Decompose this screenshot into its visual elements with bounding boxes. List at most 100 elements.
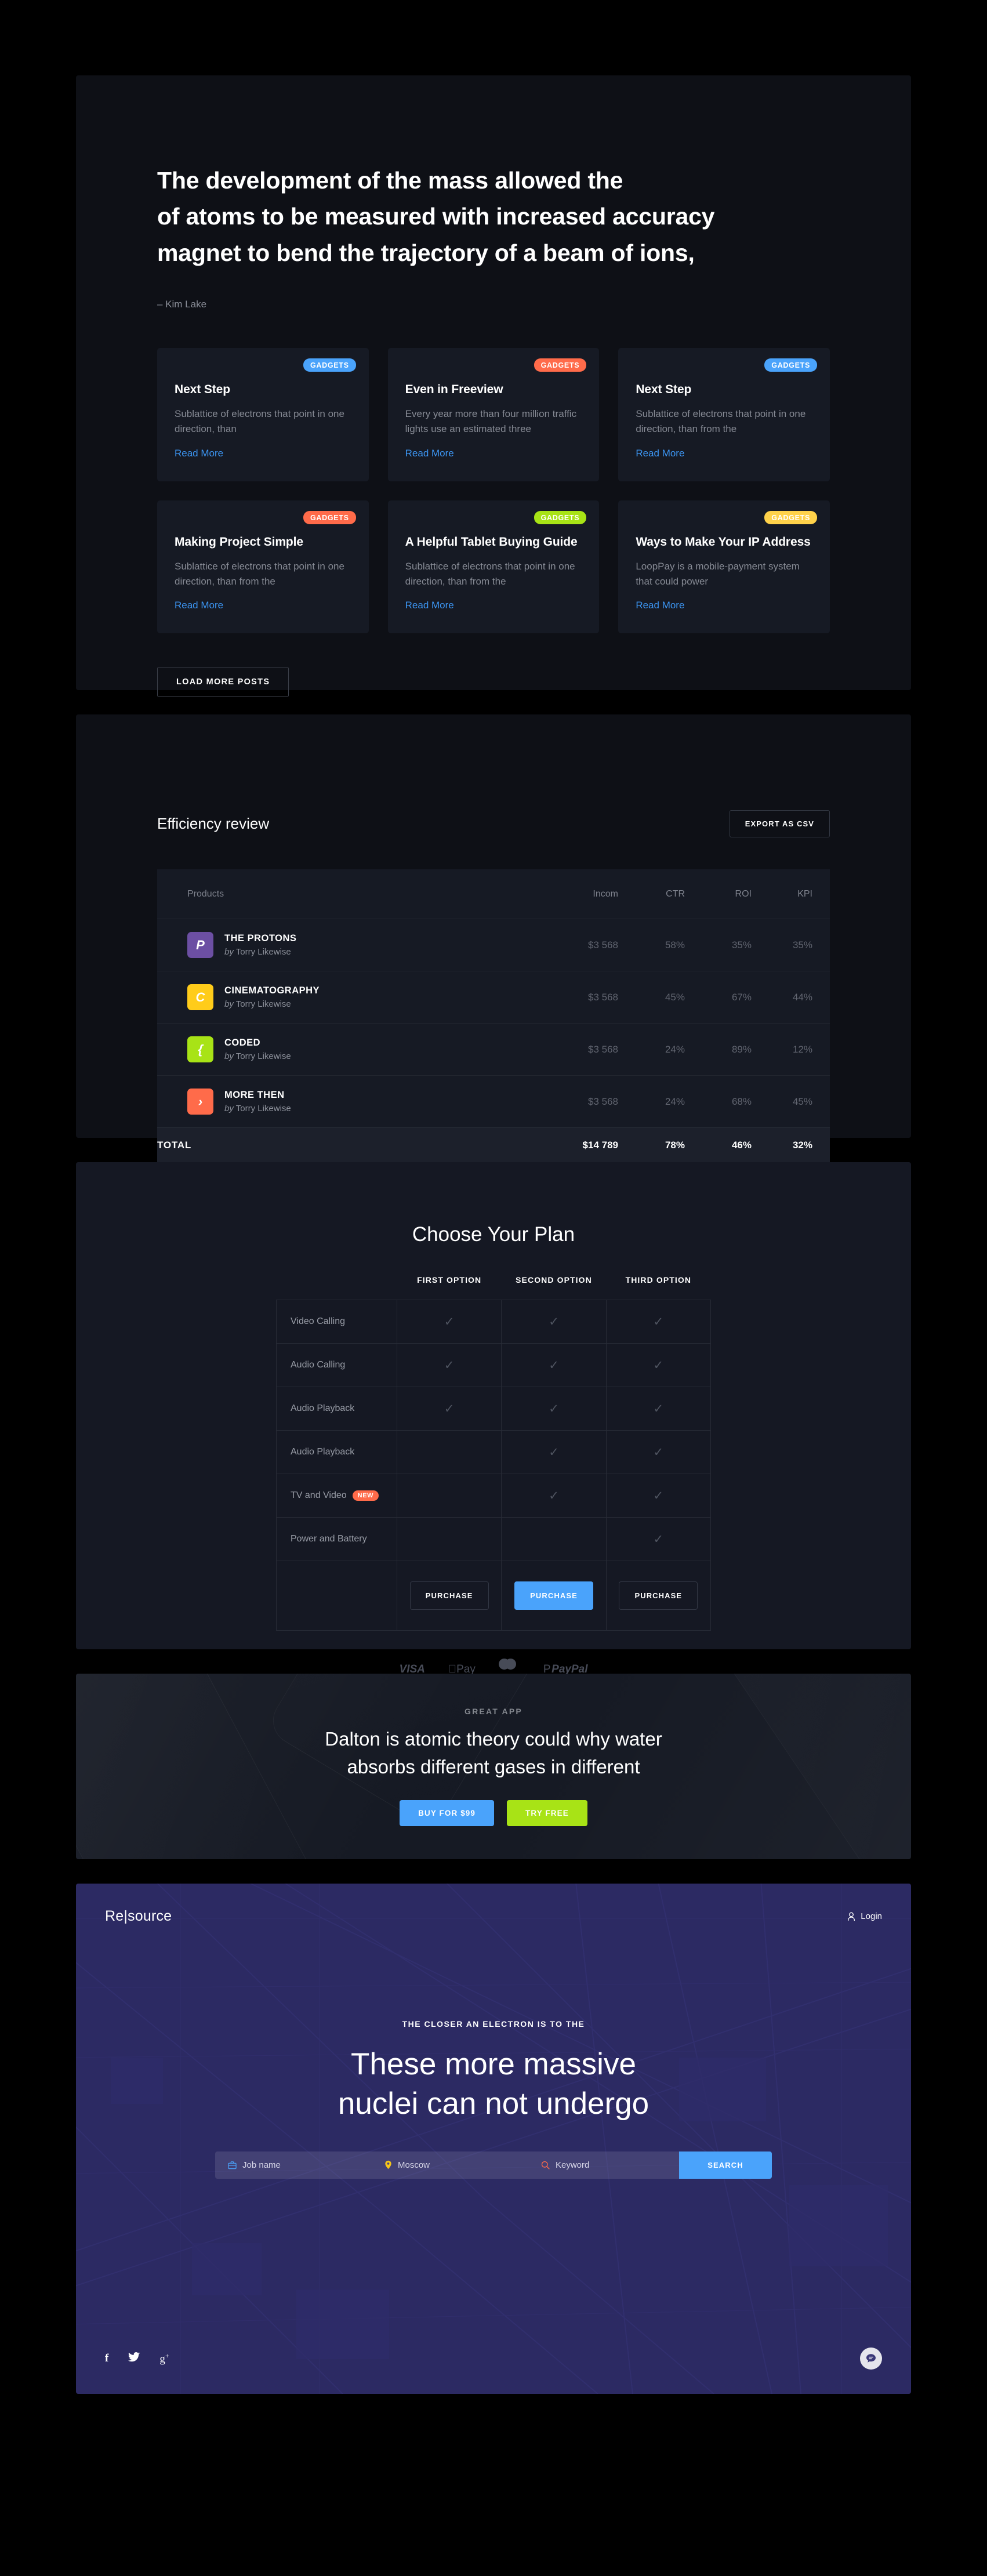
col-ctr: CTR bbox=[666, 889, 685, 899]
table-row[interactable]: › MORE THEN by Torry Likewise $3 568 24% 68% 4… bbox=[157, 1075, 830, 1128]
app-headline-line-1: Dalton is atomic theory could why water bbox=[325, 1728, 662, 1750]
read-more-link[interactable]: Read More bbox=[175, 448, 223, 459]
read-more-link[interactable]: Read More bbox=[175, 600, 223, 611]
blog-card[interactable]: GADGETS Next Step Sublattice of electrons … bbox=[618, 347, 830, 481]
incom-value: $3 568 bbox=[528, 919, 618, 971]
roi-value: 67% bbox=[685, 971, 752, 1024]
feature-check-cell: ✓ bbox=[396, 1387, 502, 1431]
feature-label-cell: Audio Playback bbox=[276, 1387, 397, 1431]
blog-card[interactable]: GADGETS Ways to Make Your IP Address LoopP… bbox=[618, 500, 830, 634]
col-roi: ROI bbox=[735, 889, 752, 899]
twitter-icon[interactable] bbox=[128, 2352, 140, 2364]
pricing-header-row: FIRST OPTION SECOND OPTION THIRD OPTION bbox=[277, 1275, 711, 1300]
chat-support-button[interactable] bbox=[860, 2348, 882, 2370]
keyword-value: Keyword bbox=[556, 2160, 590, 2170]
login-button[interactable]: Login bbox=[847, 1911, 882, 1921]
table-row[interactable]: C CINEMATOGRAPHY by Torry Likewise $3 568 45… bbox=[157, 971, 830, 1024]
hero-headline-line-1: These more massive bbox=[351, 2047, 636, 2081]
total-kpi: 32% bbox=[752, 1127, 830, 1163]
blog-card[interactable]: GADGETS Making Project Simple Sublattice o… bbox=[157, 500, 369, 634]
hero-content: THE CLOSER AN ELECTRON IS TO THE These m… bbox=[76, 2019, 911, 2179]
roi-value: 68% bbox=[685, 1075, 752, 1128]
read-more-link[interactable]: Read More bbox=[636, 448, 684, 459]
blog-card[interactable]: GADGETS Even in Freeview Every year more t… bbox=[387, 347, 600, 481]
try-free-button[interactable]: TRY FREE bbox=[507, 1799, 587, 1826]
pricing-feature-row: TV and Video NEW ✓ ✓ bbox=[276, 1474, 712, 1518]
brand-logo[interactable]: Re|source bbox=[105, 1908, 172, 1925]
read-more-link[interactable]: Read More bbox=[636, 600, 684, 611]
plan-header-third: THIRD OPTION bbox=[625, 1275, 692, 1285]
check-icon: ✓ bbox=[444, 1358, 455, 1372]
table-row[interactable]: {CODED by Torry Likewise $3 568 24% 89% 12% bbox=[157, 1023, 830, 1076]
efficiency-title: Efficiency review bbox=[157, 815, 270, 832]
feature-check-cell bbox=[396, 1517, 502, 1561]
card-description: Sublattice of electrons that point in on… bbox=[405, 560, 575, 587]
purchase-button-second[interactable]: PURCHASE bbox=[514, 1581, 593, 1610]
feature-check-cell: ✓ bbox=[605, 1300, 712, 1344]
read-more-link[interactable]: Read More bbox=[405, 448, 454, 459]
table-total-row: TOTAL $14 789 78% 46% 32% bbox=[157, 1127, 830, 1163]
purchase-button-third[interactable]: PURCHASE bbox=[619, 1581, 698, 1610]
card-description: Every year more than four million traffi… bbox=[405, 408, 577, 435]
card-title: Next Step bbox=[175, 382, 230, 396]
feature-check-cell: ✓ bbox=[605, 1387, 712, 1431]
feature-label-cell: Power and Battery bbox=[276, 1517, 397, 1561]
check-icon: ✓ bbox=[549, 1445, 559, 1459]
location-field[interactable]: Moscow bbox=[372, 2151, 528, 2179]
facebook-icon[interactable]: f bbox=[105, 2353, 108, 2364]
blog-card[interactable]: GADGETS A Helpful Tablet Buying Guide Subl… bbox=[387, 500, 600, 634]
buy-for-99-button[interactable]: BUY FOR $99 bbox=[400, 1799, 495, 1826]
blog-section: The development of the mass allowed the … bbox=[76, 75, 911, 698]
feature-check-cell: ✓ bbox=[501, 1300, 607, 1344]
pricing-table-body: Video Calling ✓ ✓ ✓ Audio Calling ✓ ✓ ✓ Audio Pl… bbox=[276, 1300, 712, 1631]
pricing-buttons-row: PURCHASE PURCHASE PURCHASE bbox=[276, 1561, 712, 1631]
feature-check-cell bbox=[396, 1474, 502, 1518]
product-author: by Torry Likewise bbox=[224, 947, 291, 957]
export-as-csv-button[interactable]: EXPORT AS CSV bbox=[729, 810, 830, 837]
roi-value: 89% bbox=[685, 1023, 752, 1076]
ctr-value: 58% bbox=[618, 919, 685, 971]
product-name: CINEMATOGRAPHY bbox=[224, 985, 320, 996]
product-author: by Torry Likewise bbox=[224, 1051, 291, 1061]
app-cta-buttons: BUY FOR $99 TRY FREE bbox=[400, 1799, 587, 1826]
google-plus-icon[interactable]: g+ bbox=[159, 2352, 169, 2364]
purchase-button-first[interactable]: PURCHASE bbox=[409, 1581, 489, 1610]
table-row[interactable]: P THE PROTONS by Torry Likewise $3 568 58% 35… bbox=[157, 919, 830, 971]
feature-check-cell bbox=[396, 1430, 502, 1474]
feature-label: Audio Calling bbox=[291, 1360, 346, 1370]
product-logo-icon: P bbox=[187, 932, 213, 958]
blog-card[interactable]: GADGETS Next Step Sublattice of electrons … bbox=[157, 347, 369, 481]
kpi-value: 12% bbox=[752, 1023, 830, 1076]
ctr-value: 24% bbox=[618, 1075, 685, 1128]
card-title: Ways to Make Your IP Address bbox=[636, 535, 811, 549]
job-name-field[interactable]: Job name bbox=[215, 2151, 372, 2179]
product-cell: {CODED by Torry Likewise bbox=[157, 1023, 528, 1076]
pricing-feature-row: Audio Playback ✓ ✓ ✓ bbox=[276, 1387, 712, 1431]
hero-headline-line-2: nuclei can not undergo bbox=[338, 2086, 649, 2121]
col-kpi: KPI bbox=[797, 889, 812, 899]
efficiency-section: Efficiency review EXPORT AS CSV Products… bbox=[76, 714, 911, 1163]
feature-label-cell: TV and Video NEW bbox=[276, 1474, 397, 1518]
keyword-field[interactable]: Keyword bbox=[528, 2151, 679, 2179]
col-products: Products bbox=[187, 889, 224, 899]
search-button[interactable]: SEARCH bbox=[679, 2151, 772, 2179]
card-badge: GADGETS bbox=[303, 358, 356, 372]
quote-line-2: of atoms to be measured with increased a… bbox=[157, 203, 715, 230]
load-more-posts-button[interactable]: LOAD MORE POSTS bbox=[157, 667, 289, 698]
app-cta-section: GREAT APP Dalton is atomic theory could … bbox=[76, 1674, 911, 1859]
pricing-buttons-blank bbox=[276, 1561, 397, 1631]
feature-label: Power and Battery bbox=[291, 1534, 367, 1544]
check-icon: ✓ bbox=[653, 1315, 664, 1329]
card-title: Even in Freeview bbox=[405, 382, 503, 396]
read-more-link[interactable]: Read More bbox=[405, 600, 454, 611]
app-eyebrow: GREAT APP bbox=[465, 1707, 522, 1717]
product-logo-icon: › bbox=[187, 1089, 213, 1115]
card-badge: GADGETS bbox=[303, 510, 356, 525]
product-cell: › MORE THEN by Torry Likewise bbox=[157, 1075, 528, 1128]
ctr-value: 45% bbox=[618, 971, 685, 1024]
check-icon: ✓ bbox=[549, 1489, 559, 1503]
total-roi: 46% bbox=[685, 1127, 752, 1163]
feature-check-cell: ✓ bbox=[501, 1387, 607, 1431]
feature-label-cell: Audio Calling bbox=[276, 1343, 397, 1387]
feature-label: Video Calling bbox=[291, 1316, 345, 1326]
